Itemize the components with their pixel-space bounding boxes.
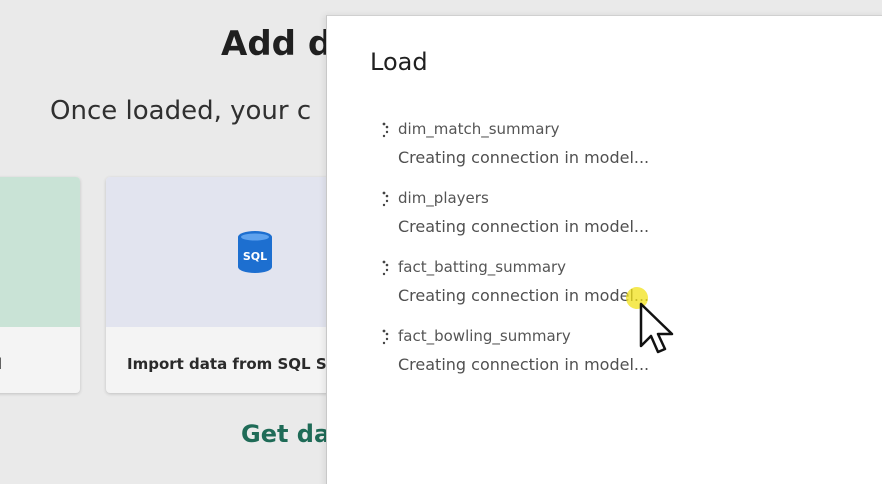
data-source-card-left[interactable]: l <box>0 177 80 393</box>
table-name: dim_match_summary <box>398 120 560 138</box>
load-status: Creating connection in model... <box>398 148 650 167</box>
load-panel: Load dim_match_summary Creating connecti… <box>326 15 882 484</box>
card-banner: SQL <box>106 177 346 327</box>
table-name: fact_bowling_summary <box>398 327 571 345</box>
page-title: Add d <box>221 24 333 64</box>
card-label: l <box>0 355 3 373</box>
card-label: Import data from SQL S <box>127 355 327 373</box>
loading-spinner-icon <box>382 260 389 276</box>
card-banner <box>0 177 80 327</box>
sql-icon-text: SQL <box>243 250 267 263</box>
import-sql-card[interactable]: SQL Import data from SQL S <box>106 177 346 393</box>
load-status: Creating connection in model... <box>398 355 650 374</box>
loading-spinner-icon <box>382 329 389 345</box>
load-status: Creating connection in model... <box>398 286 650 305</box>
mouse-cursor-icon <box>626 287 674 354</box>
table-name: fact_batting_summary <box>398 258 567 276</box>
page-subtitle: Once loaded, your c <box>50 96 312 126</box>
load-status: Creating connection in model... <box>398 217 650 236</box>
loading-spinner-icon <box>382 122 389 138</box>
load-panel-title: Load <box>370 48 428 76</box>
loading-spinner-icon <box>382 191 389 207</box>
sql-database-icon: SQL <box>238 231 272 273</box>
table-name: dim_players <box>398 189 489 207</box>
